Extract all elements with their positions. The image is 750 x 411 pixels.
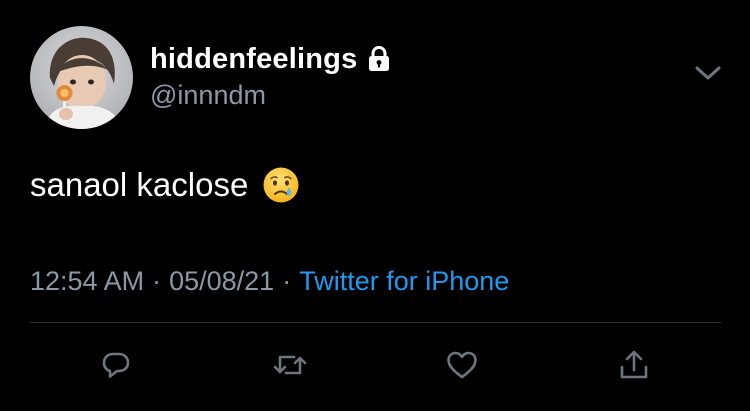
lock-icon [366,45,392,73]
retweet-icon [272,350,308,385]
retweet-button[interactable] [271,348,309,386]
like-button[interactable] [443,348,481,386]
display-name[interactable]: hiddenfeelings [150,43,357,76]
like-icon [446,350,478,385]
share-icon [619,349,649,386]
reply-button[interactable] [97,348,135,386]
tweet-date[interactable]: 05/08/21 [169,266,274,296]
tweet-detail: hiddenfeelings @innndm sanaol kaclose 12… [0,0,750,411]
tweet-time[interactable]: 12:54 AM [30,266,144,296]
meta-separator: · [282,266,292,296]
chevron-down-icon[interactable] [693,62,723,84]
tweet-text: sanaol kaclose [30,166,249,203]
tweet-source-link[interactable]: Twitter for iPhone [299,266,509,296]
divider [30,322,721,323]
username-handle[interactable]: @innndm [150,80,266,111]
reply-icon [101,350,131,385]
display-name-row[interactable]: hiddenfeelings [150,42,392,76]
tweet-metadata: 12:54 AM · 05/08/21 · Twitter for iPhone [30,266,509,297]
crying-face-emoji [262,166,300,204]
avatar[interactable] [30,26,133,129]
share-button[interactable] [615,348,653,386]
tweet-body: sanaol kaclose [30,166,300,204]
meta-separator: · [152,266,162,296]
